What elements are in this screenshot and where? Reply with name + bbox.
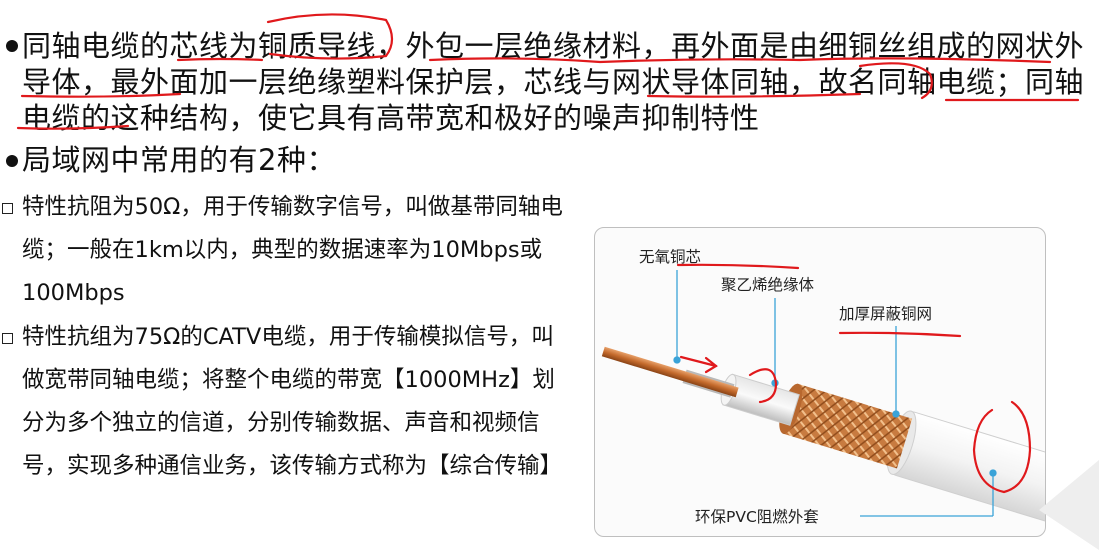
label-copper-core: 无氧铜芯	[639, 248, 702, 266]
label-pe-insulation: 聚乙烯绝缘体	[721, 276, 815, 294]
sub-item-broadband: 特性抗组为75Ω的CATV电缆，用于传输模拟信号，叫做宽带同轴电缆；将整个电缆的…	[22, 324, 563, 479]
coax-cable-figure: 无氧铜芯 聚乙烯绝缘体 加厚屏蔽铜网 环保PVC阻燃外套	[594, 227, 1046, 537]
bullet-dot	[6, 155, 18, 167]
sub-item-baseband: 特性抗阻为50Ω，用于传输数字信号，叫做基带同轴电缆；一般在1km以内，典型的数…	[22, 194, 563, 306]
bullet-dot	[6, 40, 18, 52]
paragraph-lan-types: 局域网中常用的有2种：	[22, 143, 336, 177]
paragraph-coax-structure: 同轴电缆的芯线为铜质导线，外包一层绝缘材料，再外面是由细铜丝组成的网状外导体，最…	[22, 29, 1085, 135]
corner-decoration	[1039, 460, 1099, 550]
label-copper-shield: 加厚屏蔽铜网	[839, 305, 933, 323]
square-bullet-icon	[2, 333, 13, 344]
label-pvc-jacket: 环保PVC阻燃外套	[695, 508, 819, 526]
coax-cable-illustration	[601, 270, 1045, 523]
square-bullet-icon	[2, 203, 13, 214]
